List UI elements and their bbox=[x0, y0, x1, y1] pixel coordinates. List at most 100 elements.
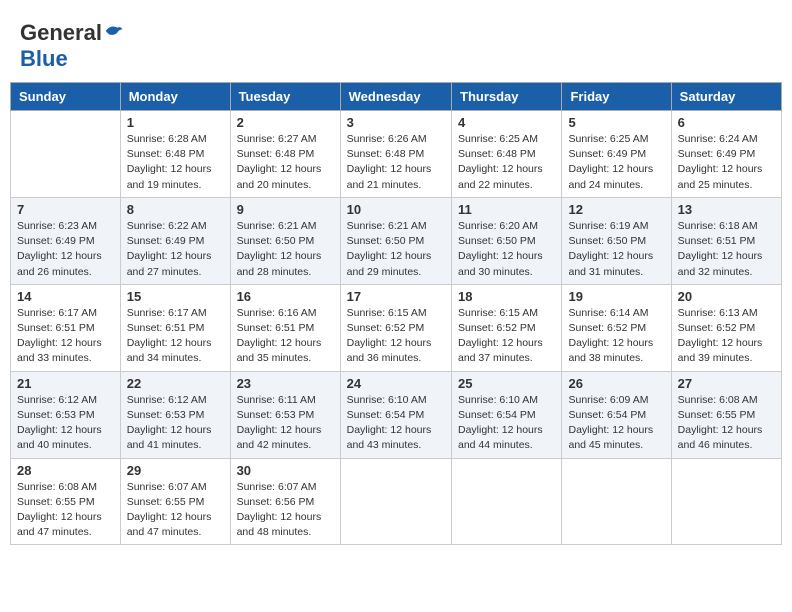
calendar-cell bbox=[671, 458, 781, 545]
sunrise-text: Sunrise: 6:19 AM bbox=[568, 220, 648, 232]
daylight-text: Daylight: 12 hours and 47 minutes. bbox=[17, 511, 102, 538]
sunset-text: Sunset: 6:53 PM bbox=[127, 409, 205, 421]
day-number: 19 bbox=[568, 289, 664, 304]
daylight-text: Daylight: 12 hours and 47 minutes. bbox=[127, 511, 212, 538]
weekday-header-friday: Friday bbox=[562, 83, 671, 111]
calendar-cell: 17 Sunrise: 6:15 AM Sunset: 6:52 PM Dayl… bbox=[340, 284, 451, 371]
day-number: 7 bbox=[17, 202, 114, 217]
daylight-text: Daylight: 12 hours and 29 minutes. bbox=[347, 250, 432, 277]
calendar-cell: 27 Sunrise: 6:08 AM Sunset: 6:55 PM Dayl… bbox=[671, 371, 781, 458]
daylight-text: Daylight: 12 hours and 46 minutes. bbox=[678, 424, 763, 451]
calendar-cell: 5 Sunrise: 6:25 AM Sunset: 6:49 PM Dayli… bbox=[562, 111, 671, 198]
sunrise-text: Sunrise: 6:11 AM bbox=[237, 394, 316, 406]
daylight-text: Daylight: 12 hours and 41 minutes. bbox=[127, 424, 212, 451]
day-info: Sunrise: 6:12 AM Sunset: 6:53 PM Dayligh… bbox=[127, 393, 224, 454]
day-info: Sunrise: 6:15 AM Sunset: 6:52 PM Dayligh… bbox=[458, 306, 555, 367]
calendar-cell: 30 Sunrise: 6:07 AM Sunset: 6:56 PM Dayl… bbox=[230, 458, 340, 545]
calendar-cell: 22 Sunrise: 6:12 AM Sunset: 6:53 PM Dayl… bbox=[120, 371, 230, 458]
sunset-text: Sunset: 6:51 PM bbox=[237, 322, 315, 334]
sunset-text: Sunset: 6:51 PM bbox=[17, 322, 95, 334]
day-number: 18 bbox=[458, 289, 555, 304]
day-info: Sunrise: 6:07 AM Sunset: 6:56 PM Dayligh… bbox=[237, 480, 334, 541]
day-info: Sunrise: 6:08 AM Sunset: 6:55 PM Dayligh… bbox=[678, 393, 775, 454]
sunset-text: Sunset: 6:48 PM bbox=[127, 148, 205, 160]
daylight-text: Daylight: 12 hours and 34 minutes. bbox=[127, 337, 212, 364]
logo-blue-text: Blue bbox=[20, 46, 68, 72]
daylight-text: Daylight: 12 hours and 36 minutes. bbox=[347, 337, 432, 364]
daylight-text: Daylight: 12 hours and 38 minutes. bbox=[568, 337, 653, 364]
day-number: 5 bbox=[568, 115, 664, 130]
daylight-text: Daylight: 12 hours and 37 minutes. bbox=[458, 337, 543, 364]
sunrise-text: Sunrise: 6:20 AM bbox=[458, 220, 538, 232]
calendar-cell: 8 Sunrise: 6:22 AM Sunset: 6:49 PM Dayli… bbox=[120, 197, 230, 284]
day-info: Sunrise: 6:14 AM Sunset: 6:52 PM Dayligh… bbox=[568, 306, 664, 367]
day-number: 16 bbox=[237, 289, 334, 304]
daylight-text: Daylight: 12 hours and 32 minutes. bbox=[678, 250, 763, 277]
sunset-text: Sunset: 6:50 PM bbox=[347, 235, 425, 247]
logo: General Blue bbox=[20, 20, 124, 72]
day-number: 1 bbox=[127, 115, 224, 130]
day-number: 11 bbox=[458, 202, 555, 217]
sunset-text: Sunset: 6:48 PM bbox=[347, 148, 425, 160]
daylight-text: Daylight: 12 hours and 30 minutes. bbox=[458, 250, 543, 277]
day-info: Sunrise: 6:12 AM Sunset: 6:53 PM Dayligh… bbox=[17, 393, 114, 454]
sunrise-text: Sunrise: 6:08 AM bbox=[17, 481, 97, 493]
sunrise-text: Sunrise: 6:22 AM bbox=[127, 220, 207, 232]
day-info: Sunrise: 6:20 AM Sunset: 6:50 PM Dayligh… bbox=[458, 219, 555, 280]
sunset-text: Sunset: 6:53 PM bbox=[237, 409, 315, 421]
day-info: Sunrise: 6:24 AM Sunset: 6:49 PM Dayligh… bbox=[678, 132, 775, 193]
sunset-text: Sunset: 6:52 PM bbox=[458, 322, 536, 334]
sunrise-text: Sunrise: 6:21 AM bbox=[347, 220, 427, 232]
day-info: Sunrise: 6:10 AM Sunset: 6:54 PM Dayligh… bbox=[347, 393, 445, 454]
weekday-header-sunday: Sunday bbox=[11, 83, 121, 111]
calendar-cell: 26 Sunrise: 6:09 AM Sunset: 6:54 PM Dayl… bbox=[562, 371, 671, 458]
calendar-cell: 3 Sunrise: 6:26 AM Sunset: 6:48 PM Dayli… bbox=[340, 111, 451, 198]
daylight-text: Daylight: 12 hours and 26 minutes. bbox=[17, 250, 102, 277]
day-number: 13 bbox=[678, 202, 775, 217]
logo-bird-icon bbox=[104, 22, 124, 40]
daylight-text: Daylight: 12 hours and 21 minutes. bbox=[347, 163, 432, 190]
day-number: 26 bbox=[568, 376, 664, 391]
daylight-text: Daylight: 12 hours and 39 minutes. bbox=[678, 337, 763, 364]
calendar-cell: 28 Sunrise: 6:08 AM Sunset: 6:55 PM Dayl… bbox=[11, 458, 121, 545]
day-info: Sunrise: 6:26 AM Sunset: 6:48 PM Dayligh… bbox=[347, 132, 445, 193]
day-number: 15 bbox=[127, 289, 224, 304]
sunset-text: Sunset: 6:55 PM bbox=[678, 409, 756, 421]
calendar-week-row: 28 Sunrise: 6:08 AM Sunset: 6:55 PM Dayl… bbox=[11, 458, 782, 545]
sunset-text: Sunset: 6:52 PM bbox=[568, 322, 646, 334]
calendar-cell: 11 Sunrise: 6:20 AM Sunset: 6:50 PM Dayl… bbox=[452, 197, 562, 284]
day-number: 25 bbox=[458, 376, 555, 391]
calendar-cell: 2 Sunrise: 6:27 AM Sunset: 6:48 PM Dayli… bbox=[230, 111, 340, 198]
calendar-week-row: 14 Sunrise: 6:17 AM Sunset: 6:51 PM Dayl… bbox=[11, 284, 782, 371]
sunset-text: Sunset: 6:49 PM bbox=[17, 235, 95, 247]
calendar-cell: 6 Sunrise: 6:24 AM Sunset: 6:49 PM Dayli… bbox=[671, 111, 781, 198]
sunrise-text: Sunrise: 6:09 AM bbox=[568, 394, 648, 406]
sunset-text: Sunset: 6:56 PM bbox=[237, 496, 315, 508]
calendar-cell: 19 Sunrise: 6:14 AM Sunset: 6:52 PM Dayl… bbox=[562, 284, 671, 371]
weekday-header-row: SundayMondayTuesdayWednesdayThursdayFrid… bbox=[11, 83, 782, 111]
daylight-text: Daylight: 12 hours and 35 minutes. bbox=[237, 337, 322, 364]
sunset-text: Sunset: 6:52 PM bbox=[678, 322, 756, 334]
sunrise-text: Sunrise: 6:12 AM bbox=[127, 394, 207, 406]
day-number: 29 bbox=[127, 463, 224, 478]
daylight-text: Daylight: 12 hours and 33 minutes. bbox=[17, 337, 102, 364]
sunrise-text: Sunrise: 6:27 AM bbox=[237, 133, 317, 145]
sunrise-text: Sunrise: 6:10 AM bbox=[347, 394, 427, 406]
sunset-text: Sunset: 6:49 PM bbox=[678, 148, 756, 160]
sunset-text: Sunset: 6:53 PM bbox=[17, 409, 95, 421]
day-number: 22 bbox=[127, 376, 224, 391]
logo-general-text: General bbox=[20, 20, 102, 46]
page-header: General Blue bbox=[10, 10, 782, 77]
calendar-cell bbox=[562, 458, 671, 545]
day-info: Sunrise: 6:21 AM Sunset: 6:50 PM Dayligh… bbox=[237, 219, 334, 280]
day-info: Sunrise: 6:19 AM Sunset: 6:50 PM Dayligh… bbox=[568, 219, 664, 280]
day-info: Sunrise: 6:08 AM Sunset: 6:55 PM Dayligh… bbox=[17, 480, 114, 541]
sunrise-text: Sunrise: 6:18 AM bbox=[678, 220, 758, 232]
sunset-text: Sunset: 6:48 PM bbox=[237, 148, 315, 160]
calendar-cell: 16 Sunrise: 6:16 AM Sunset: 6:51 PM Dayl… bbox=[230, 284, 340, 371]
sunrise-text: Sunrise: 6:16 AM bbox=[237, 307, 317, 319]
daylight-text: Daylight: 12 hours and 45 minutes. bbox=[568, 424, 653, 451]
calendar-cell: 24 Sunrise: 6:10 AM Sunset: 6:54 PM Dayl… bbox=[340, 371, 451, 458]
weekday-header-saturday: Saturday bbox=[671, 83, 781, 111]
sunset-text: Sunset: 6:54 PM bbox=[568, 409, 646, 421]
